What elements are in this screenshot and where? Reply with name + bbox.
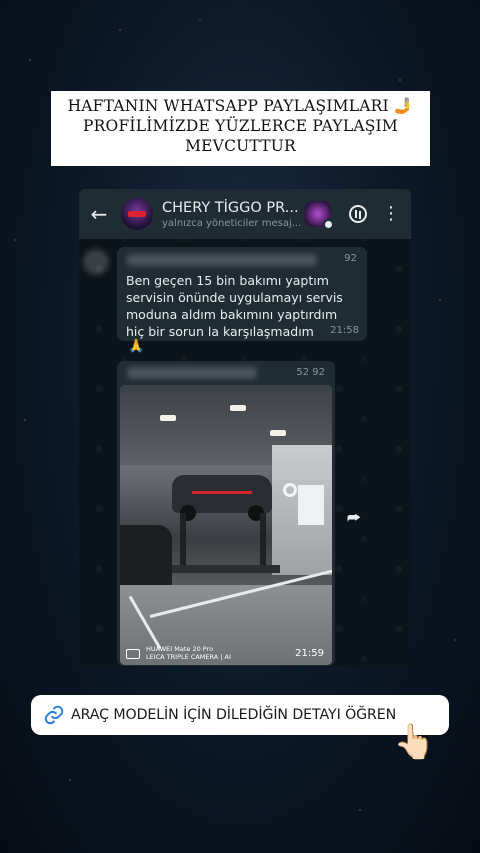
car-taillight xyxy=(192,491,252,494)
promo-banner: HAFTANIN WHATSAPP PAYLAŞIMLARI 🤳 PROFİLİ… xyxy=(51,91,430,166)
chat-title: CHERY TİGGO PR... xyxy=(162,199,299,216)
lift-post xyxy=(260,513,266,573)
message-text: Ben geçen 15 bin bakımı yaptım servisin … xyxy=(126,273,343,339)
lift-platform xyxy=(160,565,280,573)
banner-line-1: HAFTANIN WHATSAPP PAYLAŞIMLARI 🤳 xyxy=(67,97,414,115)
ceiling-light xyxy=(270,430,286,436)
garage-photo[interactable]: HUAWEI Mate 20 Pro LEICA TRIPLE CAMERA |… xyxy=(120,385,332,665)
camera-model: HUAWEI Mate 20 Pro xyxy=(146,645,214,653)
back-arrow-icon[interactable]: ← xyxy=(81,202,117,226)
floor-line xyxy=(128,595,162,650)
chat-subtitle: yalnızca yöneticiler mesaj... xyxy=(162,217,302,229)
ceiling-light xyxy=(160,415,176,421)
message-time: 21:58 xyxy=(330,325,359,336)
cta-label: ARAÇ MODELİN İÇİN DİLEDİĞİN DETAYI ÖĞREN xyxy=(71,707,397,723)
forward-share-icon[interactable]: ⮫ xyxy=(343,507,365,529)
whatsapp-screenshot: ← CHERY TİGGO PR... yalnızca yöneticiler… xyxy=(79,189,411,666)
sender-name-blurred xyxy=(127,254,317,266)
group-avatar[interactable] xyxy=(121,198,153,230)
ceiling-light xyxy=(230,405,246,411)
sender-avatar-blurred xyxy=(83,249,109,275)
floor-line xyxy=(149,569,332,618)
cta-link-sticker[interactable]: ARAÇ MODELİN İÇİN DİLEDİĞİN DETAYI ÖĞREN xyxy=(31,695,449,735)
link-icon xyxy=(44,705,64,725)
more-options-icon[interactable]: ⋮ xyxy=(382,205,400,223)
photo-window xyxy=(298,485,324,525)
banner-line-2: PROFİLİMİZDE YÜZLERCE PAYLAŞIM xyxy=(83,117,398,135)
parked-car xyxy=(120,525,172,589)
pointing-hand-icon: 👆🏻 xyxy=(393,722,436,762)
message-time: 21:59 xyxy=(295,648,324,659)
camera-lens: LEICA TRIPLE CAMERA | AI xyxy=(146,653,231,661)
lift-post xyxy=(180,513,186,573)
sender-name-blurred xyxy=(127,367,257,379)
community-icon[interactable] xyxy=(305,201,334,230)
lifted-car xyxy=(172,475,272,521)
reaction-emoji[interactable]: 🙏 xyxy=(128,339,144,354)
chat-header: ← CHERY TİGGO PR... yalnızca yöneticiler… xyxy=(79,189,411,239)
wall-logo xyxy=(283,483,297,497)
sender-phone-fragment: 52 92 xyxy=(296,367,325,378)
message-bubble-text[interactable]: 92 Ben geçen 15 bin bakımı yaptım servis… xyxy=(83,247,367,341)
message-bubble-photo[interactable]: 52 92 HUAWEI Mate 20 Pro LEICA TRIPLE CA… xyxy=(117,361,335,666)
camera-watermark: HUAWEI Mate 20 Pro LEICA TRIPLE CAMERA |… xyxy=(146,645,231,661)
camera-logo-icon xyxy=(126,649,140,659)
chat-title-box[interactable]: CHERY TİGGO PR... yalnızca yöneticiler m… xyxy=(162,199,302,229)
banner-line-3: MEVCUTTUR xyxy=(185,137,296,155)
voice-chat-icon[interactable] xyxy=(349,205,367,223)
sender-phone-fragment: 92 xyxy=(344,253,357,264)
